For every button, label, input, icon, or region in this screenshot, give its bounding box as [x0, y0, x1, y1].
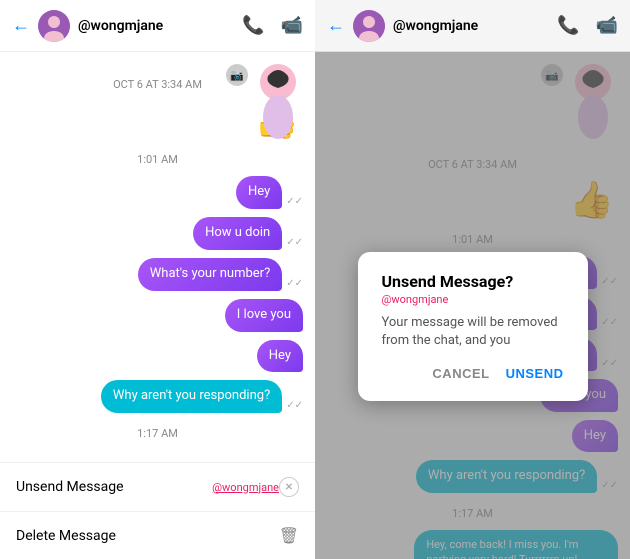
- username-left: @wongmjane: [78, 18, 242, 34]
- msg-number-left: What's your number? ✓✓: [12, 258, 303, 291]
- unsend-label: Unsend Message: [16, 479, 208, 495]
- dialog-buttons: CANCEL UNSEND: [382, 366, 564, 381]
- bubble-iloveyou-left[interactable]: I love you: [225, 299, 303, 332]
- msg-iloveyou-left: I love you: [12, 299, 303, 332]
- timestamp-101-left: 1:01 AM: [12, 153, 303, 166]
- left-panel: ← @wongmjane 📞 📹 📷: [0, 0, 315, 559]
- bubble-howudoin-left[interactable]: How u doin: [193, 217, 282, 250]
- right-chat-container: 📷 OCT 6 AT 3:34 AM 👍 1:01 AM Hey ✓✓ How …: [315, 52, 630, 559]
- avatar-right: [353, 10, 385, 42]
- back-button-right[interactable]: ←: [327, 15, 345, 36]
- unsend-dialog: Unsend Message? @wongmjane Your message …: [358, 252, 588, 401]
- username-right: @wongmjane: [393, 18, 557, 34]
- trash-icon: 🗑: [279, 526, 299, 545]
- camera-icon-sticker-left: 📷: [226, 64, 248, 86]
- unsend-button[interactable]: UNSEND: [506, 366, 564, 381]
- unsend-close-icon: ×: [279, 477, 299, 497]
- unsend-message-item[interactable]: Unsend Message @wongmjane ×: [0, 463, 315, 512]
- msg-hey-left: Hey ✓✓: [12, 176, 303, 209]
- cancel-button[interactable]: CANCEL: [432, 366, 489, 381]
- video-icon-left[interactable]: 📹: [281, 15, 303, 36]
- delete-message-item[interactable]: Delete Message 🗑: [0, 512, 315, 559]
- unsend-username: @wongmjane: [212, 481, 279, 494]
- chat-area-left: 📷 OCT 6 AT 3:34 AM 👍 1:01 AM Hey ✓✓ How …: [0, 52, 315, 462]
- right-header: ← @wongmjane 📞 📹: [315, 0, 630, 52]
- right-panel: ← @wongmjane 📞 📹 📷: [315, 0, 630, 559]
- sticker-left: 📷: [223, 62, 303, 146]
- timestamp-117-left: 1:17 AM: [12, 427, 303, 440]
- avatar-left: [38, 10, 70, 42]
- phone-icon-right[interactable]: 📞: [557, 15, 579, 36]
- bubble-hey-left[interactable]: Hey: [236, 176, 282, 209]
- msg-whynotresponding-left: Why aren't you responding? ✓✓: [12, 380, 303, 413]
- bubble-hey2-left[interactable]: Hey: [257, 340, 303, 373]
- bubble-number-left[interactable]: What's your number?: [138, 258, 282, 291]
- dialog-body: Your message will be removed from the ch…: [382, 314, 564, 350]
- header-actions-left: 📞 📹: [242, 15, 303, 36]
- video-icon-right[interactable]: 📹: [596, 15, 618, 36]
- left-header: ← @wongmjane 📞 📹: [0, 0, 315, 52]
- dialog-overlay: Unsend Message? @wongmjane Your message …: [315, 52, 630, 559]
- dialog-title: Unsend Message?: [382, 272, 564, 291]
- back-button-left[interactable]: ←: [12, 15, 30, 36]
- dialog-subtitle: @wongmjane: [382, 293, 564, 306]
- header-actions-right: 📞 📹: [557, 15, 618, 36]
- phone-icon-left[interactable]: 📞: [242, 15, 264, 36]
- delete-label: Delete Message: [16, 528, 279, 544]
- msg-hey2-left: Hey: [12, 340, 303, 373]
- bubble-whynotresponding-left[interactable]: Why aren't you responding?: [101, 380, 282, 413]
- msg-howudoin-left: How u doin ✓✓: [12, 217, 303, 250]
- bottom-sheet-left: Unsend Message @wongmjane × Delete Messa…: [0, 462, 315, 559]
